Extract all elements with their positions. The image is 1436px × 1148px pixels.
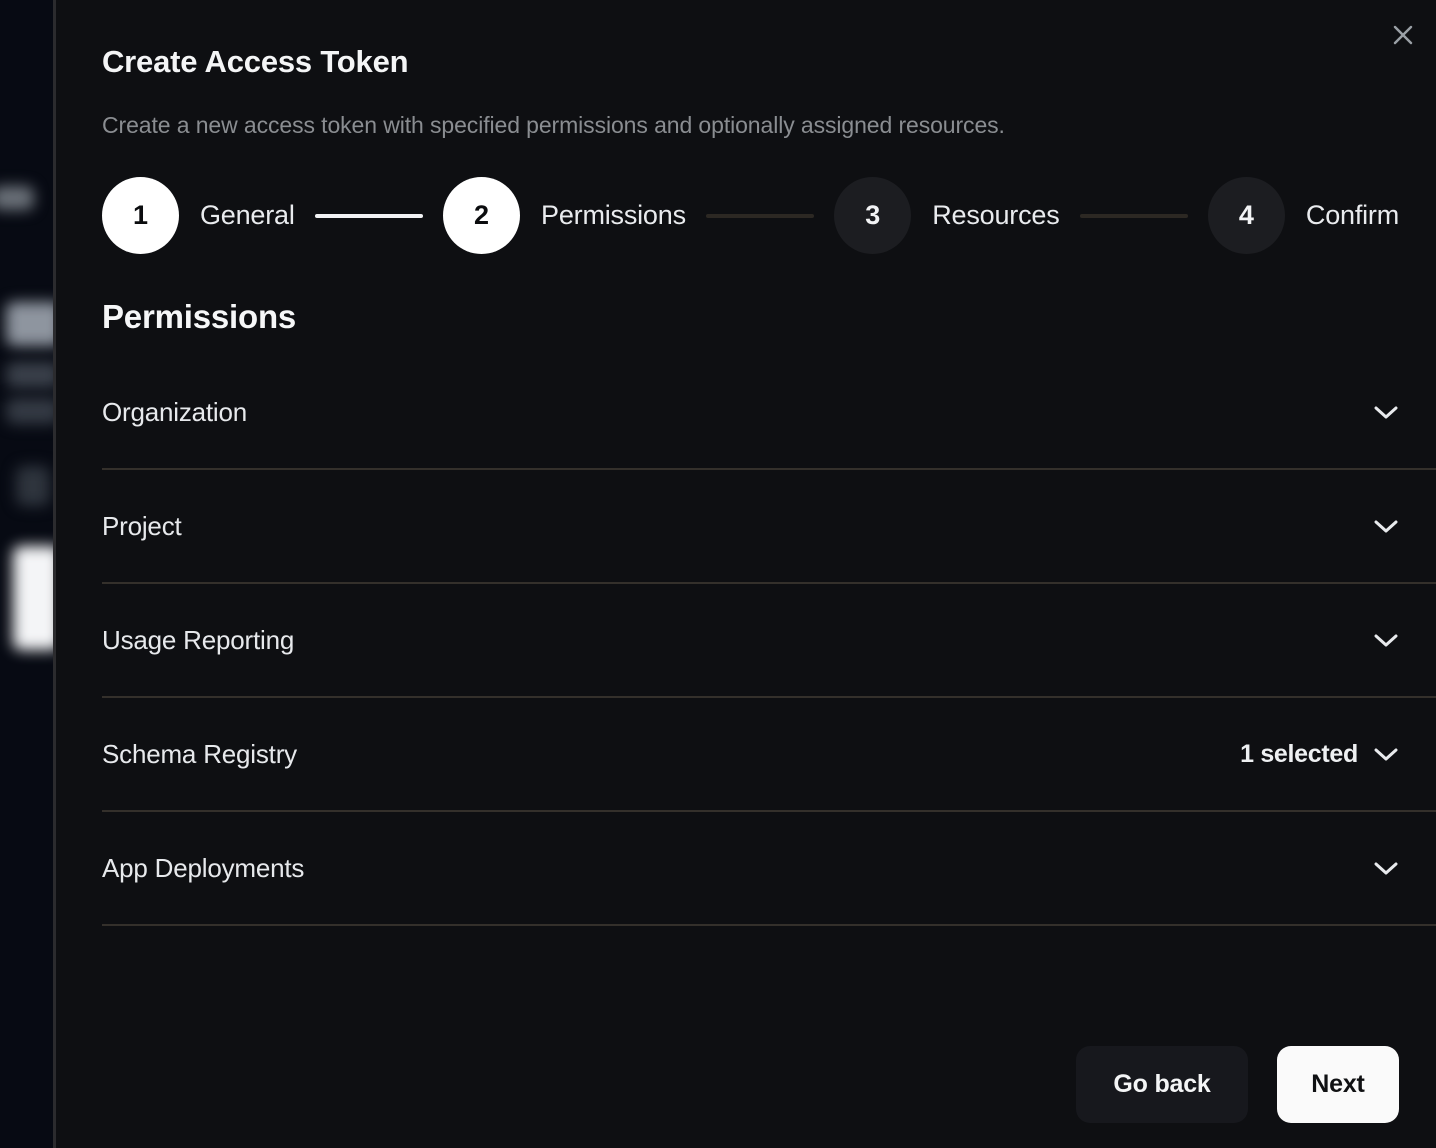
row-label: Schema Registry: [102, 739, 297, 770]
chevron-down-icon: [1373, 633, 1399, 648]
step-label: General: [200, 200, 295, 231]
accordion-row-project[interactable]: Project: [102, 470, 1436, 584]
blurred-card: [13, 546, 53, 650]
step-number: 1: [133, 200, 148, 231]
screen: Create Access Token Create a new access …: [0, 0, 1436, 1148]
stepper-connector: [1080, 214, 1188, 218]
stepper-step-permissions[interactable]: 2 Permissions: [443, 177, 686, 254]
stepper-step-general[interactable]: 1 General: [102, 177, 295, 254]
step-number-badge: 3: [834, 177, 911, 254]
step-number-badge: 1: [102, 177, 179, 254]
step-number-badge: 2: [443, 177, 520, 254]
row-label: Project: [102, 511, 182, 542]
chevron-down-icon: [1373, 405, 1399, 420]
go-back-button[interactable]: Go back: [1076, 1046, 1248, 1123]
step-number: 2: [474, 200, 489, 231]
row-right: [1373, 405, 1399, 420]
blurred-heading: [6, 302, 53, 346]
blurred-text-row: [6, 362, 53, 388]
dialog-subtitle: Create a new access token with specified…: [102, 112, 1399, 139]
blurred-icon: [16, 466, 50, 506]
stepper-step-resources[interactable]: 3 Resources: [834, 177, 1059, 254]
chevron-down-icon: [1373, 747, 1399, 762]
step-label: Resources: [932, 200, 1059, 231]
row-label: Organization: [102, 397, 247, 428]
dialog-title: Create Access Token: [102, 0, 1399, 80]
accordion-row-usage-reporting[interactable]: Usage Reporting: [102, 584, 1436, 698]
accordion-row-schema-registry[interactable]: Schema Registry 1 selected: [102, 698, 1436, 812]
create-access-token-modal: Create Access Token Create a new access …: [56, 0, 1436, 1148]
stepper-step-confirm[interactable]: 4 Confirm: [1208, 177, 1399, 254]
row-label: App Deployments: [102, 853, 304, 884]
chevron-down-icon: [1373, 519, 1399, 534]
stepper-connector: [315, 214, 423, 218]
selected-count: 1 selected: [1240, 740, 1358, 769]
step-label: Permissions: [541, 200, 686, 231]
close-icon[interactable]: [1385, 17, 1421, 53]
row-right: [1373, 861, 1399, 876]
row-right: 1 selected: [1240, 740, 1399, 769]
step-number-badge: 4: [1208, 177, 1285, 254]
dialog-footer: Go back Next: [1076, 1046, 1399, 1123]
step-number: 3: [865, 200, 880, 231]
accordion-row-organization[interactable]: Organization: [102, 356, 1436, 470]
row-label: Usage Reporting: [102, 625, 294, 656]
row-right: [1373, 633, 1399, 648]
wizard-stepper: 1 General 2 Permissions 3 Resources: [102, 177, 1399, 254]
chevron-down-icon: [1373, 861, 1399, 876]
accordion-row-app-deployments[interactable]: App Deployments: [102, 812, 1436, 926]
step-number: 4: [1239, 200, 1254, 231]
row-right: [1373, 519, 1399, 534]
blurred-button: [0, 186, 34, 210]
step-label: Confirm: [1306, 200, 1399, 231]
next-button[interactable]: Next: [1277, 1046, 1399, 1123]
section-heading-permissions: Permissions: [102, 298, 1399, 336]
permissions-list: Organization Project Usage: [102, 356, 1436, 926]
blurred-text-row: [6, 398, 53, 424]
background-page: [0, 0, 53, 1148]
stepper-connector: [706, 214, 814, 218]
